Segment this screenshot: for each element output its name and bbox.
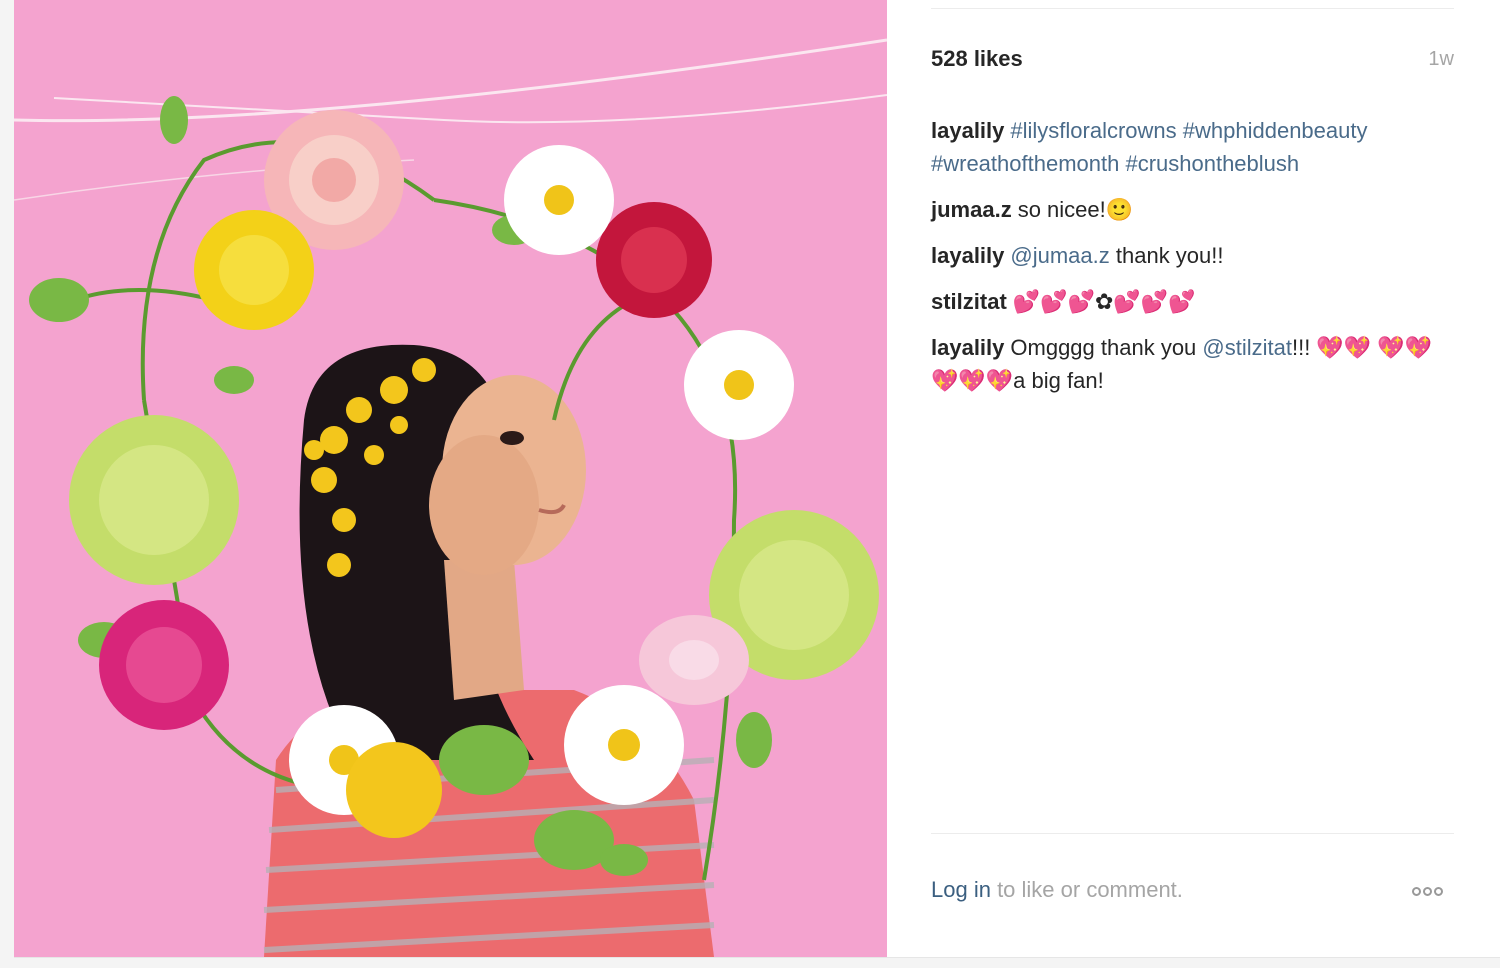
comment: layalily #lilysfloralcrowns #whphiddenbea… — [931, 114, 1454, 180]
comment-text: so nicee!🙂 — [1017, 197, 1134, 222]
comment: layalily @jumaa.z thank you!! — [931, 239, 1454, 272]
comment-username[interactable]: stilzitat — [931, 289, 1007, 314]
comment-username[interactable]: layalily — [931, 243, 1004, 268]
divider-bottom — [931, 833, 1454, 834]
comment-username[interactable]: layalily — [931, 335, 1004, 360]
comment: layalily Omgggg thank you @stilzitat!!! 💖… — [931, 331, 1454, 397]
divider-top — [931, 8, 1454, 9]
post-photo-illustration — [14, 0, 887, 957]
login-prompt-text: to like or comment. — [990, 877, 1183, 902]
post-sidebar: 528 likes 1w layalily #lilysfloralcrowns … — [931, 0, 1454, 957]
likes-count[interactable]: 528 likes — [931, 46, 1023, 72]
post-card: 528 likes 1w layalily #lilysfloralcrowns … — [14, 0, 1500, 958]
likes-row: 528 likes 1w — [931, 46, 1454, 76]
post-age[interactable]: 1w — [1428, 48, 1454, 71]
comments-list: layalily #lilysfloralcrowns #whphiddenbea… — [931, 114, 1454, 410]
post-photo[interactable] — [14, 0, 887, 957]
comment-username[interactable]: jumaa.z — [931, 197, 1012, 222]
post-footer: Log in to like or comment. — [931, 877, 1454, 911]
comment-text: thank you!! — [1109, 243, 1224, 268]
comment-link[interactable]: @jumaa.z — [1010, 243, 1109, 268]
comment: jumaa.z so nicee!🙂 — [931, 193, 1454, 226]
comment-link[interactable]: @stilzitat — [1202, 335, 1292, 360]
comment-text: Omgggg thank you — [1010, 335, 1203, 360]
comment-text: 💕💕💕✿💕💕💕 — [1012, 289, 1196, 314]
comment-username[interactable]: layalily — [931, 118, 1004, 143]
more-options-icon[interactable] — [1410, 883, 1454, 897]
login-link[interactable]: Log in — [931, 877, 991, 902]
comment: stilzitat 💕💕💕✿💕💕💕 — [931, 285, 1454, 318]
